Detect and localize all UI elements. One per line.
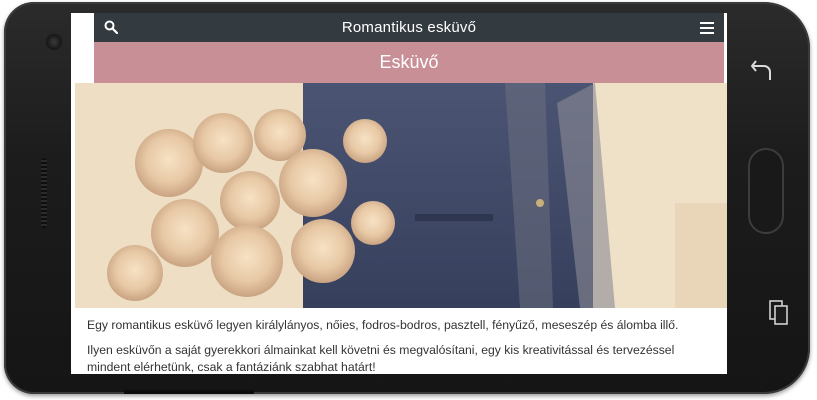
app-header: Romantikus esküvő bbox=[94, 13, 724, 42]
side-button-edge bbox=[124, 390, 254, 394]
section-title: Esküvő bbox=[94, 42, 724, 83]
phone-screen: Romantikus esküvő Esküvő Egy romantikus … bbox=[71, 13, 727, 374]
paragraph-intro: Egy romantikus esküvő legyen királylányo… bbox=[87, 318, 679, 332]
hero-illustration bbox=[75, 83, 727, 308]
search-icon[interactable] bbox=[104, 20, 118, 34]
app-title: Romantikus esküvő bbox=[341, 19, 477, 36]
front-camera bbox=[46, 34, 62, 50]
paragraph-details: Ilyen esküvőn a saját gyerekkori álmaink… bbox=[87, 343, 675, 374]
speaker-grille bbox=[41, 158, 47, 228]
back-arrow-icon[interactable] bbox=[750, 58, 774, 82]
hero-image-wedding-bouquet bbox=[75, 83, 727, 308]
home-button[interactable] bbox=[748, 148, 784, 234]
recent-apps-icon[interactable] bbox=[769, 300, 789, 326]
hamburger-menu-icon[interactable] bbox=[700, 22, 714, 34]
article-body: Egy romantikus esküvő legyen királylányo… bbox=[71, 308, 727, 374]
